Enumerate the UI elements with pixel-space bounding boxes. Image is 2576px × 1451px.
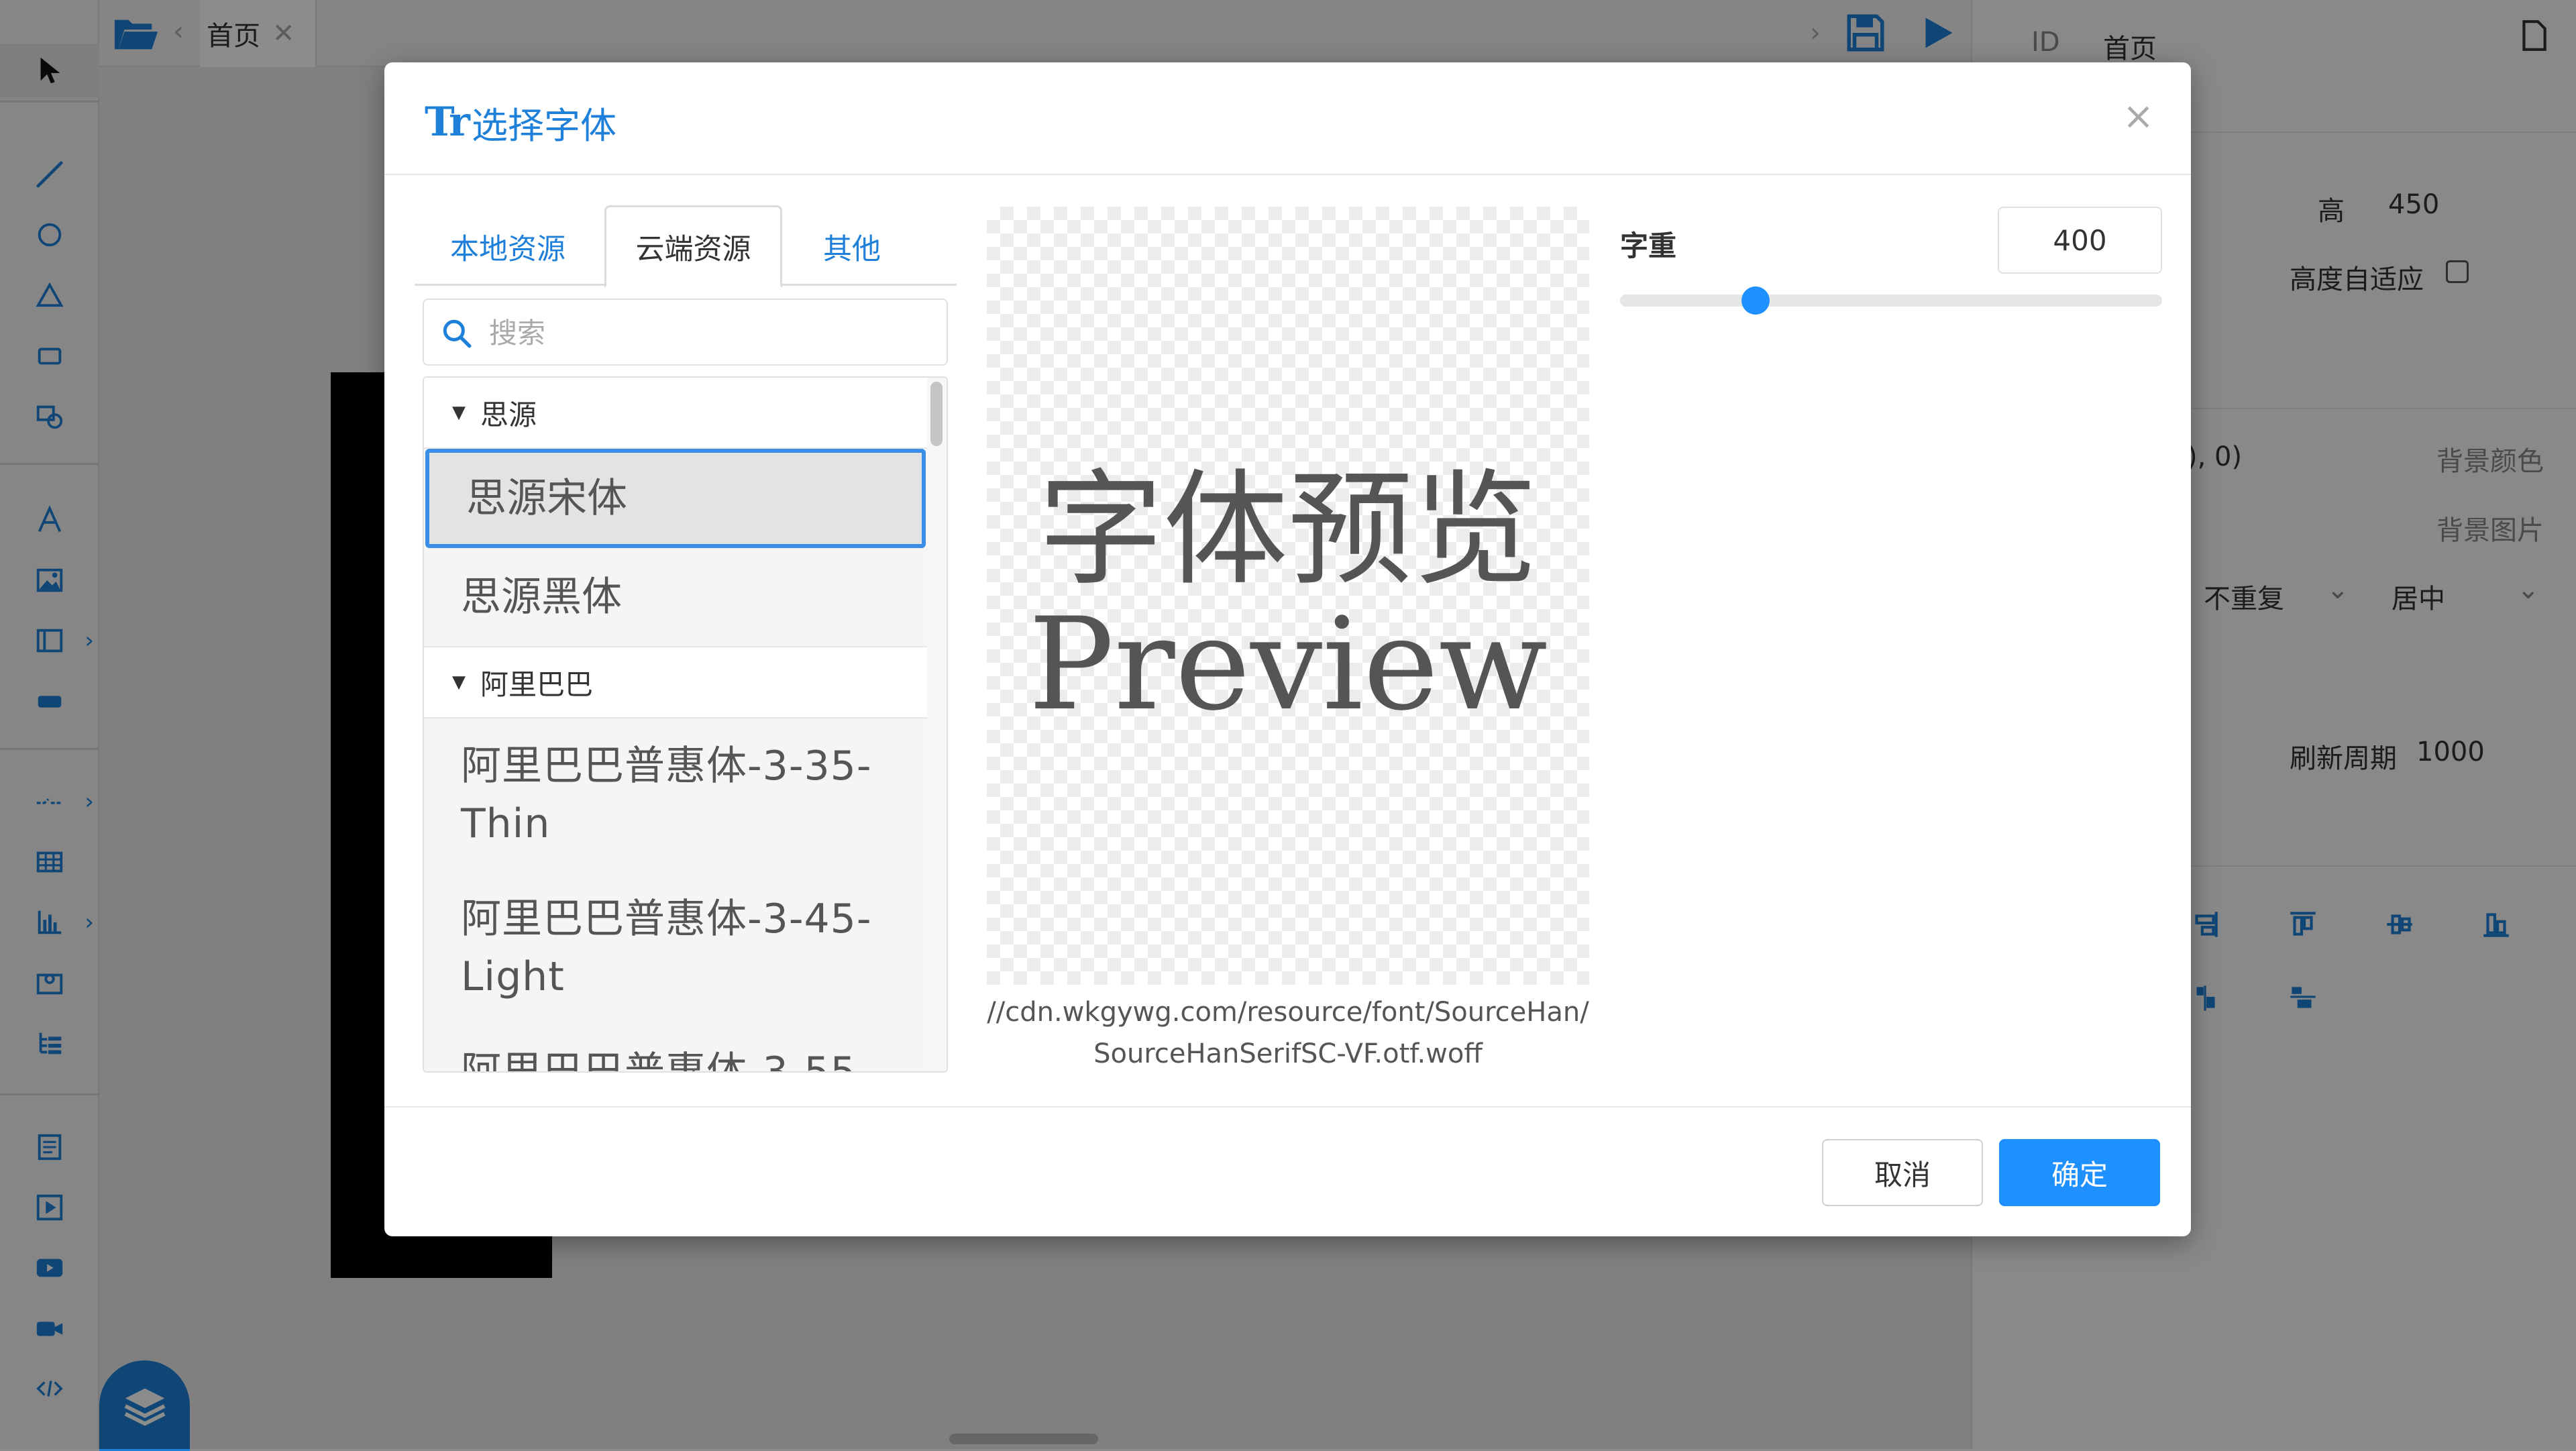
group-label: 阿里巴巴 bbox=[480, 667, 594, 701]
font-icon: Tr bbox=[425, 99, 470, 146]
search-input[interactable] bbox=[488, 309, 930, 356]
font-select-dialog: Tr 选择字体 × 本地资源 云端资源 其他 ▼ 思源 思源宋体 思源黑体 ▼ … bbox=[384, 62, 2191, 1236]
group-header-alibaba[interactable]: ▼ 阿里巴巴 bbox=[424, 647, 927, 718]
dialog-title: 选择字体 bbox=[472, 105, 616, 147]
dialog-footer: 取消 确定 bbox=[384, 1106, 2191, 1236]
group-header-siyuan[interactable]: ▼ 思源 bbox=[424, 378, 927, 449]
resource-tabs: 本地资源 云端资源 其他 bbox=[415, 205, 957, 288]
font-weight-slider[interactable] bbox=[1620, 286, 2162, 315]
search-icon bbox=[443, 319, 472, 348]
cancel-button[interactable]: 取消 bbox=[1822, 1139, 1983, 1206]
tab-cloud[interactable]: 云端资源 bbox=[604, 205, 782, 288]
group-label: 思源 bbox=[480, 398, 537, 431]
caret-down-icon: ▼ bbox=[452, 672, 466, 692]
preview-chinese-text: 字体预览 bbox=[1038, 457, 1538, 602]
font-item-alibaba-55[interactable]: 阿里巴巴普惠体-3-55 bbox=[424, 1024, 927, 1071]
confirm-button[interactable]: 确定 bbox=[1999, 1139, 2160, 1206]
close-icon[interactable]: × bbox=[2123, 95, 2154, 138]
font-item-alibaba-thin[interactable]: 阿里巴巴普惠体-3-35-Thin bbox=[424, 718, 927, 871]
slider-handle[interactable] bbox=[1741, 286, 1770, 315]
tab-other[interactable]: 其他 bbox=[785, 205, 919, 288]
caret-down-icon: ▼ bbox=[452, 402, 466, 423]
preview-latin-text: Preview bbox=[1028, 590, 1548, 739]
font-url: //cdn.wkgywg.com/resource/font/SourceHan… bbox=[987, 997, 1589, 1069]
font-item-source-han-serif[interactable]: 思源宋体 bbox=[425, 449, 926, 548]
font-preview: 字体预览 Preview bbox=[987, 207, 1589, 985]
dialog-header: Tr 选择字体 × bbox=[384, 62, 2191, 175]
slider-fill bbox=[1620, 294, 1756, 307]
font-weight-input[interactable] bbox=[1998, 207, 2162, 274]
tab-local[interactable]: 本地资源 bbox=[415, 205, 601, 288]
font-list-scroll[interactable]: ▼ 思源 思源宋体 思源黑体 ▼ 阿里巴巴 阿里巴巴普惠体-3-35-Thin … bbox=[424, 378, 927, 1071]
font-item-source-han-sans[interactable]: 思源黑体 bbox=[424, 548, 927, 647]
search-box bbox=[423, 299, 948, 366]
font-item-alibaba-light[interactable]: 阿里巴巴普惠体-3-45-Light bbox=[424, 871, 927, 1024]
vertical-scrollbar[interactable] bbox=[930, 382, 943, 446]
font-weight-label: 字重 bbox=[1620, 229, 1677, 262]
font-list: ▼ 思源 思源宋体 思源黑体 ▼ 阿里巴巴 阿里巴巴普惠体-3-35-Thin … bbox=[423, 376, 948, 1073]
